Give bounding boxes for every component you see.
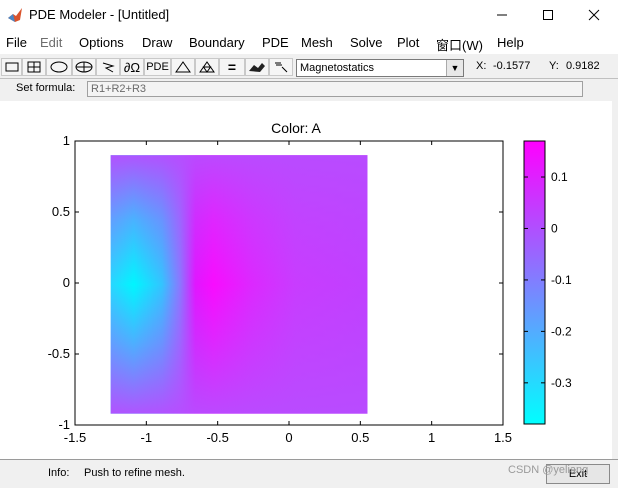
window-edge	[612, 101, 618, 459]
rectangle-icon	[5, 62, 18, 72]
boundary-mode-button[interactable]: ∂Ω	[120, 58, 144, 76]
formula-input[interactable]: R1+R2+R3	[87, 81, 583, 97]
x-coord-label: X:	[476, 60, 487, 72]
refine-mesh-button[interactable]	[195, 58, 219, 76]
pde-spec-button[interactable]: PDE	[144, 58, 171, 76]
y-tick-label: 0.5	[52, 204, 70, 219]
x-coord-value: -0.1577	[493, 60, 531, 72]
application-select[interactable]: Magnetostatics ▼	[296, 59, 464, 77]
ellipse-center-icon	[75, 61, 93, 73]
info-label: Info:	[48, 467, 70, 479]
colorbar-tick-label: -0.3	[551, 376, 572, 390]
pde-icon: PDE	[146, 61, 169, 73]
solution-domain	[110, 155, 368, 414]
y-tick-label: 0	[63, 275, 70, 290]
maximize-icon	[543, 10, 553, 20]
plot-icon	[249, 63, 265, 72]
y-coord-value: 0.9182	[566, 60, 600, 72]
menu-help[interactable]: Help	[497, 35, 524, 50]
x-tick-label: -0.5	[206, 430, 228, 445]
menu-file[interactable]: File	[6, 35, 27, 50]
chevron-down-icon[interactable]: ▼	[446, 60, 463, 76]
menu-edit[interactable]: Edit	[40, 35, 62, 50]
window-title: PDE Modeler - [Untitled]	[29, 7, 170, 22]
x-tick-label: 0.5	[351, 430, 369, 445]
close-icon	[588, 9, 600, 21]
menu-options[interactable]: Options	[79, 35, 124, 50]
colorbar-tick-label: -0.2	[551, 324, 572, 338]
y-tick-label: -1	[58, 417, 70, 432]
draw-rectangle-button[interactable]	[1, 58, 22, 76]
ellipse-icon	[50, 61, 68, 73]
boundary-icon: ∂Ω	[123, 59, 141, 75]
x-tick-label: 1	[428, 430, 435, 445]
zoom-button[interactable]	[269, 58, 293, 76]
menu-bar: File Edit Options Draw Boundary PDE Mesh…	[0, 30, 618, 54]
polygon-icon	[102, 62, 115, 73]
init-mesh-icon	[175, 61, 191, 73]
y-coord-label: Y:	[549, 60, 559, 72]
plot-button[interactable]	[245, 58, 269, 76]
x-tick-label: 0	[285, 430, 292, 445]
colorbar-tick-label: -0.1	[551, 273, 572, 287]
menu-mesh[interactable]: Mesh	[301, 35, 333, 50]
minimize-button[interactable]	[479, 0, 525, 30]
maximize-button[interactable]	[525, 0, 571, 30]
menu-window[interactable]: 窗口(W)	[436, 35, 483, 54]
solve-button[interactable]: =	[219, 58, 245, 76]
init-mesh-button[interactable]	[171, 58, 195, 76]
set-formula-label: Set formula:	[16, 82, 76, 94]
rectangle-center-icon	[27, 61, 41, 73]
menu-draw[interactable]: Draw	[142, 35, 172, 50]
minimize-icon	[497, 14, 507, 16]
draw-ellipse-center-button[interactable]	[72, 58, 96, 76]
x-tick-label: 1.5	[494, 430, 512, 445]
draw-polygon-button[interactable]	[96, 58, 120, 76]
x-tick-label: -1.5	[64, 430, 86, 445]
colorbar	[523, 140, 546, 425]
menu-boundary[interactable]: Boundary	[189, 35, 245, 50]
x-tick-label: -1	[141, 430, 153, 445]
y-tick-label: -0.5	[48, 346, 70, 361]
y-tick-label: 1	[63, 133, 70, 148]
watermark: CSDN @yeliang	[508, 464, 589, 476]
colorbar-tick-label: 0.1	[551, 170, 568, 184]
menu-plot[interactable]: Plot	[397, 35, 419, 50]
pde-plot: Color: A -1.5 -1 -0.5 0 0.5 1 1.5 -1-0.500.51 …	[48, 120, 572, 445]
draw-ellipse-button[interactable]	[46, 58, 72, 76]
application-value: Magnetostatics	[300, 62, 374, 74]
title-bar: PDE Modeler - [Untitled]	[0, 0, 618, 30]
plot-area[interactable]: Color: A -1.5 -1 -0.5 0 0.5 1 1.5 -1 -0.5 0 0.5 1 …	[0, 101, 612, 459]
formula-row: Set formula: R1+R2+R3	[0, 78, 618, 102]
colorbar-tick-label: 0	[551, 221, 558, 235]
zoom-icon	[275, 62, 288, 73]
refine-mesh-icon	[199, 61, 215, 73]
menu-pde[interactable]: PDE	[262, 35, 289, 50]
solution-shading	[110, 155, 368, 414]
info-text: Push to refine mesh.	[84, 467, 185, 479]
matlab-logo-icon	[8, 8, 22, 22]
close-button[interactable]	[571, 0, 617, 30]
solve-icon: =	[227, 59, 237, 75]
menu-solve[interactable]: Solve	[350, 35, 383, 50]
draw-rectangle-center-button[interactable]	[22, 58, 46, 76]
plot-title: Color: A	[271, 120, 321, 136]
